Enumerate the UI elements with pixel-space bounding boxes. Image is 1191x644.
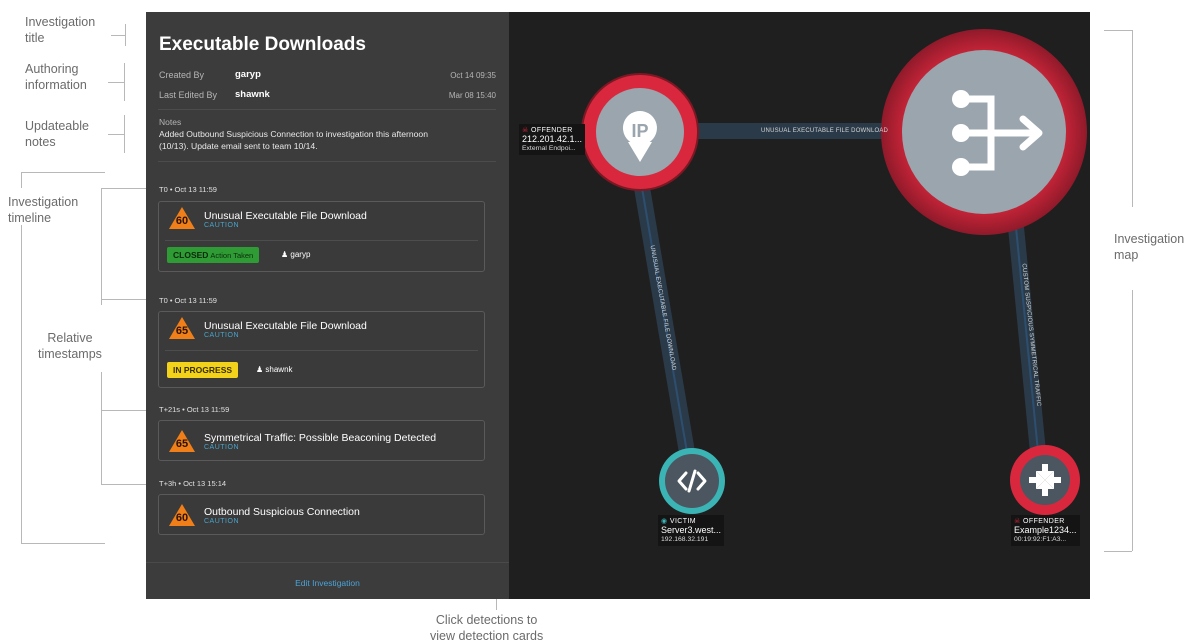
notes-label: Notes: [159, 117, 182, 127]
node-detail: 192.168.32.191: [661, 536, 709, 543]
annotation-updateable-notes: Updateable notes: [25, 119, 89, 149]
status-badge: CLOSED Action Taken: [167, 247, 260, 263]
user-icon: ♟: [256, 365, 264, 374]
detection-category: CAUTION: [204, 518, 239, 525]
detection-title: Outbound Suspicious Connection: [204, 506, 360, 518]
detection-card[interactable]: 65 Symmetrical Traffic: Possible Beaconi…: [158, 420, 485, 461]
notes-text[interactable]: Added Outbound Suspicious Connection to …: [159, 129, 489, 152]
edited-date: Mar 08 15:40: [448, 91, 496, 100]
detection-title: Unusual Executable File Download: [204, 320, 367, 332]
created-by-label: Created By: [159, 70, 205, 80]
detection-category: CAUTION: [204, 444, 239, 451]
notes-line-2: (10/13). Update email sent to team 10/14…: [159, 140, 318, 151]
node-label-victim[interactable]: ◉ VICTIM Server3.west... 192.168.32.191: [658, 515, 725, 546]
map-graph: IP: [581, 29, 1087, 515]
node-role: OFFENDER: [531, 127, 573, 134]
detection-score: 65: [175, 325, 189, 337]
detection-card[interactable]: 65 Unusual Executable File Download CAUT…: [158, 311, 485, 388]
node-name: 212.201.42.1...: [522, 134, 583, 144]
node-role: OFFENDER: [1023, 518, 1065, 525]
created-by-user: garyp: [235, 69, 261, 80]
annotation-relative-timestamps: Relative timestamps: [38, 331, 102, 361]
node-detail: 00:19:92:F1:A3...: [1014, 536, 1067, 543]
timeline-timestamp: T0 • Oct 13 11:59: [159, 296, 217, 305]
node-name: Example1234...: [1014, 525, 1077, 535]
edited-by-label: Last Edited By: [159, 90, 218, 100]
edited-by-user: shawnk: [235, 89, 270, 100]
detection-card[interactable]: 60 Unusual Executable File Download CAUT…: [158, 201, 485, 272]
edit-investigation-link[interactable]: Edit Investigation: [146, 578, 509, 588]
node-role: VICTIM: [669, 518, 696, 525]
assignee: ♟ garyp: [281, 250, 310, 259]
created-date: Oct 14 09:35: [450, 71, 496, 80]
node-label-ip[interactable]: ☠ OFFENDER 212.201.42.1... External Endp…: [519, 124, 586, 155]
assignee-name: garyp: [290, 250, 311, 259]
detection-score: 65: [175, 438, 189, 450]
node-name: Server3.west...: [661, 525, 722, 535]
status-sublabel: Action Taken: [210, 251, 254, 260]
detection-title: Symmetrical Traffic: Possible Beaconing …: [204, 432, 437, 444]
notes-line-1: Added Outbound Suspicious Connection to …: [159, 129, 428, 139]
timeline-timestamp: T0 • Oct 13 11:59: [159, 185, 217, 194]
detection-score: 60: [175, 215, 189, 227]
offender-icon: ☠: [1014, 518, 1021, 525]
annotation-investigation-map: Investigation map: [1114, 232, 1185, 262]
detection-score: 60: [175, 512, 189, 524]
victim-icon: ◉: [661, 518, 668, 525]
user-icon: ♟: [281, 250, 289, 259]
node-detail: External Endpoi...: [522, 145, 576, 152]
investigation-map[interactable]: IP UNUSUAL EXECUTABLE FILE DOWNLOAD UNUS…: [509, 12, 1090, 599]
annotation-authoring-information: Authoring information: [25, 62, 87, 92]
detection-category: CAUTION: [204, 222, 239, 229]
assignee: ♟ shawnk: [256, 365, 293, 374]
investigation-panel: Executable Downloads Created By garyp Oc…: [146, 12, 509, 599]
detection-title: Unusual Executable File Download: [204, 210, 367, 222]
status-label: CLOSED: [173, 250, 209, 260]
detection-category: CAUTION: [204, 332, 239, 339]
svg-text:IP: IP: [631, 121, 648, 141]
detection-card[interactable]: 60 Outbound Suspicious Connection CAUTIO…: [158, 494, 485, 535]
status-badge: IN PROGRESS: [167, 362, 239, 378]
timeline-timestamp: T+3h • Oct 13 15:14: [159, 479, 227, 488]
annotation-investigation-title: Investigation title: [25, 15, 96, 45]
assignee-name: shawnk: [265, 365, 293, 374]
node-label-offender[interactable]: ☠ OFFENDER Example1234... 00:19:92:F1:A3…: [1011, 515, 1080, 546]
timeline-timestamp: T+21s • Oct 13 11:59: [159, 405, 230, 414]
offender-icon: ☠: [522, 127, 529, 134]
investigation-title: Executable Downloads: [159, 34, 366, 55]
annotation-investigation-timeline: Investigation timeline: [8, 195, 79, 225]
annotation-click-detections: Click detections to view detection cards: [430, 613, 544, 643]
edge-label[interactable]: UNUSUAL EXECUTABLE FILE DOWNLOAD: [761, 128, 888, 134]
